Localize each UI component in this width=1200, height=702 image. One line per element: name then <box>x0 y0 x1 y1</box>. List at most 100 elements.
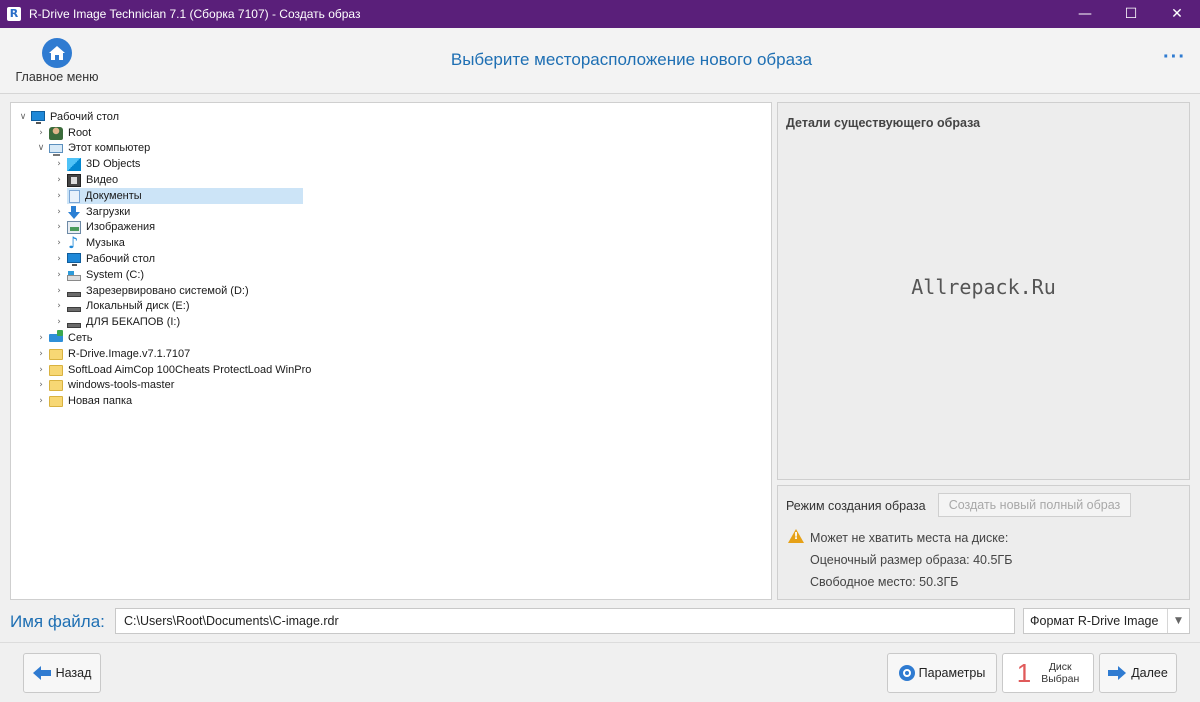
tree-item-label: Рабочий стол <box>50 111 120 123</box>
tree-item-downloads[interactable]: › Загрузки <box>53 204 136 220</box>
tree-item-label: Музыка <box>86 237 125 249</box>
music-icon <box>67 233 81 252</box>
tree-item-local-e[interactable]: › Локальный диск (E:) <box>53 298 196 314</box>
chevron-down-icon[interactable]: ∨ <box>35 142 47 154</box>
chevron-right-icon[interactable]: › <box>35 127 47 139</box>
tree-item-label: ДЛЯ БЕКАПОВ (I:) <box>86 316 181 328</box>
minimize-button[interactable]: — <box>1062 0 1108 28</box>
chevron-right-icon[interactable]: › <box>53 174 65 186</box>
parameters-button[interactable]: Параметры <box>887 653 997 693</box>
tree-item-3d-objects[interactable]: › 3D Objects <box>53 156 146 172</box>
tree-item-label: Документы <box>85 190 142 202</box>
filename-input[interactable] <box>115 608 1015 634</box>
disk-count: 1 <box>1016 657 1032 688</box>
tree-item-desktop-root[interactable]: ∨ Рабочий стол <box>17 109 125 125</box>
tree-item-label: Загрузки <box>86 206 131 218</box>
disk-selected-indicator[interactable]: 1 Диск Выбран <box>1002 653 1094 693</box>
maximize-button[interactable]: ☐ <box>1108 0 1154 28</box>
tree-item-label: Новая папка <box>68 395 133 407</box>
tree-item-backups-i[interactable]: › ДЛЯ БЕКАПОВ (I:) <box>53 314 186 330</box>
chevron-down-icon[interactable]: ▼ <box>1167 609 1189 633</box>
tree-item-folder[interactable]: › windows-tools-master <box>35 377 180 393</box>
3d-objects-icon <box>67 157 81 171</box>
free-space-text: Свободное место: 50.3ГБ <box>810 575 959 589</box>
next-button[interactable]: Далее <box>1099 653 1177 693</box>
estimated-size-text: Оценочный размер образа: 40.5ГБ <box>810 553 1013 567</box>
image-mode-panel: Режим создания образа Создать новый полн… <box>777 485 1190 600</box>
tree-item-label: Этот компьютер <box>68 142 151 154</box>
watermark-text: Allrepack.Ru <box>911 275 1056 299</box>
parameters-label: Параметры <box>918 666 986 680</box>
format-select[interactable]: Формат R-Drive Image ▼ <box>1023 608 1190 634</box>
chevron-right-icon[interactable]: › <box>53 269 65 281</box>
warning-text: Может не хватить места на диске: <box>810 531 1009 545</box>
tree-item-label: Зарезервировано системой (D:) <box>86 285 249 297</box>
format-value: Формат R-Drive Image <box>1030 614 1159 628</box>
close-button[interactable]: ✕ <box>1154 0 1200 28</box>
mode-label: Режим создания образа <box>786 499 926 513</box>
documents-icon <box>69 189 80 203</box>
more-options-icon[interactable]: ··· <box>1163 46 1186 69</box>
chevron-right-icon[interactable]: › <box>35 395 47 407</box>
gear-icon <box>898 665 915 681</box>
tree-item-reserved-d[interactable]: › Зарезервировано системой (D:) <box>53 283 255 299</box>
tree-item-label: windows-tools-master <box>68 379 175 391</box>
folder-icon <box>49 395 63 407</box>
drive-icon <box>67 306 81 312</box>
tree-item-folder[interactable]: › SoftLoad AimCop 100Cheats ProtectLoad … <box>35 362 317 378</box>
drive-icon <box>67 322 81 328</box>
chevron-down-icon[interactable]: ∨ <box>17 111 29 123</box>
page-title: Выберите месторасположение нового образа <box>450 50 813 69</box>
chevron-right-icon[interactable]: › <box>53 285 65 297</box>
chevron-right-icon[interactable]: › <box>35 348 47 360</box>
tree-item-folder[interactable]: › Новая папка <box>35 393 138 409</box>
drive-icon <box>67 291 81 297</box>
app-icon: R <box>7 7 21 21</box>
chevron-right-icon[interactable]: › <box>53 221 65 233</box>
tree-item-system-c[interactable]: › System (C:) <box>53 267 150 283</box>
desktop-icon <box>31 111 45 124</box>
chevron-right-icon[interactable]: › <box>53 237 65 249</box>
tree-item-root-user[interactable]: › Root <box>35 125 97 141</box>
tree-item-documents[interactable]: › Документы <box>53 188 303 204</box>
tree-item-label: SoftLoad AimCop 100Cheats ProtectLoad Wi… <box>68 364 312 376</box>
tree-item-network[interactable]: › Сеть <box>35 330 98 346</box>
title-bar: R R-Drive Image Technician 7.1 (Сборка 7… <box>0 0 1200 28</box>
chevron-right-icon[interactable]: › <box>53 158 65 170</box>
user-icon <box>49 126 63 140</box>
chevron-right-icon[interactable]: › <box>53 316 65 328</box>
tree-item-video[interactable]: › Видео <box>53 172 124 188</box>
tree-item-label: Рабочий стол <box>86 253 156 265</box>
folder-icon <box>49 379 63 391</box>
tree-item-label: System (C:) <box>86 269 145 281</box>
disk-label-line1: Диск <box>1048 661 1072 673</box>
chevron-right-icon[interactable]: › <box>53 300 65 312</box>
window-controls: — ☐ ✕ <box>1062 0 1200 28</box>
desktop-icon <box>67 253 81 266</box>
window-title: R-Drive Image Technician 7.1 (Сборка 710… <box>29 7 361 21</box>
network-icon <box>49 330 63 342</box>
folder-tree[interactable]: ∨ Рабочий стол › Root ∨ Этот компьютер ›… <box>10 102 772 600</box>
folder-icon <box>49 348 63 360</box>
create-full-image-button[interactable]: Создать новый полный образ <box>938 493 1131 517</box>
folder-icon <box>49 364 63 376</box>
back-button[interactable]: Назад <box>23 653 101 693</box>
chevron-right-icon[interactable]: › <box>53 206 65 218</box>
warning-icon-mark: ! <box>793 531 799 542</box>
filename-label: Имя файла: <box>10 612 105 631</box>
chevron-right-icon[interactable]: › <box>53 190 65 202</box>
tree-item-label: Root <box>68 127 92 139</box>
tree-item-label: Сеть <box>68 332 93 344</box>
chevron-right-icon[interactable]: › <box>53 253 65 265</box>
tree-item-this-pc[interactable]: ∨ Этот компьютер <box>35 140 156 156</box>
tree-item-music[interactable]: › Музыка <box>53 233 131 252</box>
main-menu-label: Главное меню <box>15 70 99 84</box>
chevron-right-icon[interactable]: › <box>35 332 47 344</box>
chevron-right-icon[interactable]: › <box>35 364 47 376</box>
tree-item-desktop[interactable]: › Рабочий стол <box>53 251 161 267</box>
tree-item-folder[interactable]: › R-Drive.Image.v7.1.7107 <box>35 346 196 362</box>
bottom-bar: Назад Параметры 1 Диск Выбран Далее <box>0 642 1200 702</box>
arrow-right-icon <box>1108 666 1127 680</box>
chevron-right-icon[interactable]: › <box>35 379 47 391</box>
details-title: Детали существующего образа <box>786 116 981 130</box>
